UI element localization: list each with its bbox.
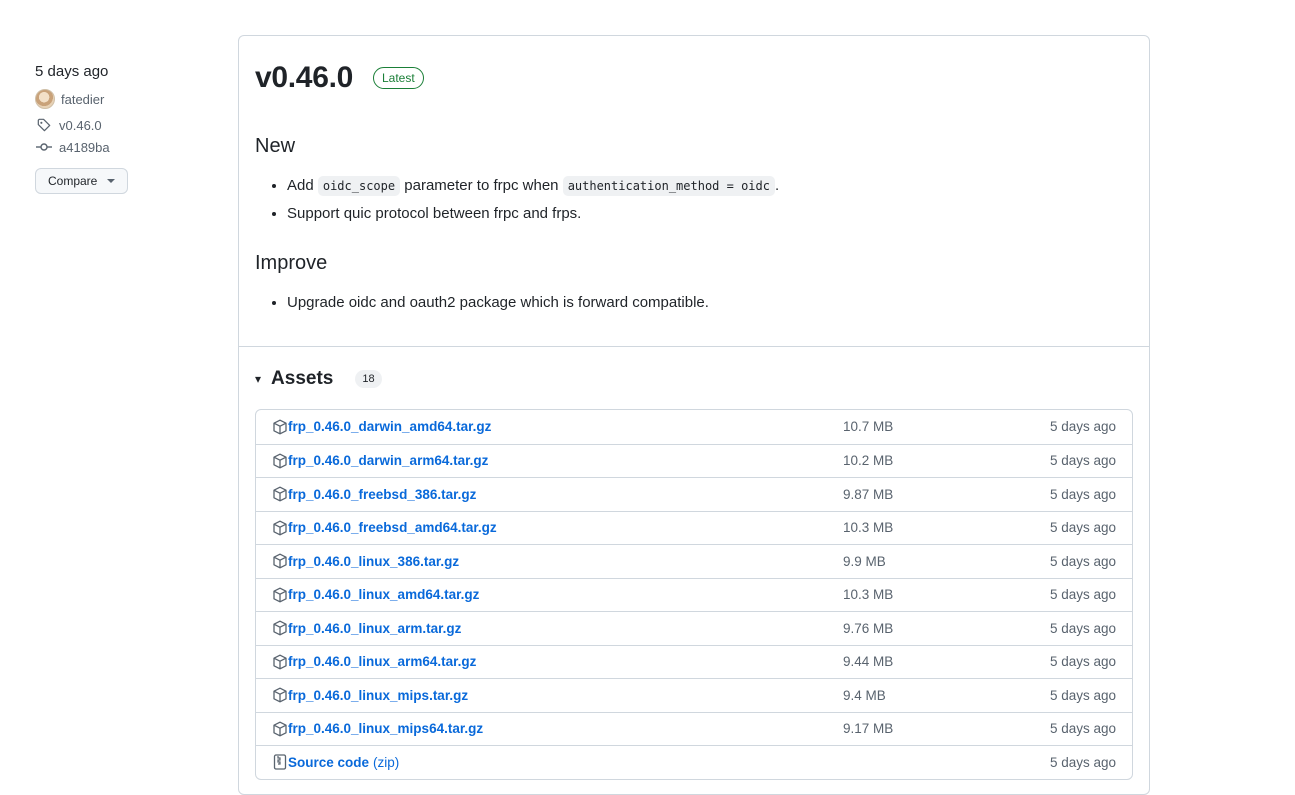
author-name[interactable]: fatedier — [61, 92, 104, 107]
asset-row: frp_0.46.0_linux_arm.tar.gz 9.76 MB 5 days… — [256, 611, 1132, 645]
asset-date: 5 days ago — [1049, 520, 1116, 536]
asset-date: 5 days ago — [1049, 620, 1116, 636]
asset-date: 5 days ago — [1049, 721, 1116, 737]
release-card: v0.46.0 Latest New Add oidc_scope parame… — [238, 35, 1150, 795]
release-title[interactable]: v0.46.0 — [255, 61, 353, 95]
asset-row: frp_0.46.0_linux_386.tar.gz 9.9 MB 5 days … — [256, 544, 1132, 578]
asset-download-link[interactable]: frp_0.46.0_freebsd_386.tar.gz — [288, 487, 476, 502]
asset-size: 10.3 MB — [843, 520, 894, 536]
package-icon — [272, 687, 288, 703]
divider — [239, 346, 1149, 347]
asset-date: 5 days ago — [1049, 587, 1116, 603]
release-time: 5 days ago — [35, 63, 109, 80]
package-icon — [272, 553, 288, 569]
section-title-new: New — [255, 135, 296, 157]
asset-download-link[interactable]: frp_0.46.0_linux_arm.tar.gz — [288, 621, 461, 636]
package-icon — [272, 620, 288, 636]
asset-date: 5 days ago — [1049, 486, 1116, 502]
tag-label[interactable]: v0.46.0 — [59, 118, 102, 133]
file-zip-icon — [272, 754, 288, 770]
asset-date: 5 days ago — [1049, 419, 1116, 435]
asset-download-link[interactable]: frp_0.46.0_darwin_amd64.tar.gz — [288, 419, 491, 434]
asset-size: 9.17 MB — [843, 721, 894, 737]
asset-row: frp_0.46.0_darwin_arm64.tar.gz 10.2 MB 5 d… — [256, 443, 1132, 478]
asset-row: frp_0.46.0_linux_arm64.tar.gz 9.44 MB 5 da… — [256, 644, 1132, 679]
asset-download-link[interactable]: frp_0.46.0_linux_mips.tar.gz — [288, 688, 468, 703]
author-row[interactable]: fatedier — [35, 89, 215, 109]
asset-size: 9.44 MB — [843, 654, 894, 670]
improve-notes-list: Upgrade oidc and oauth2 package which is… — [255, 289, 709, 317]
asset-date: 5 days ago — [1049, 754, 1116, 770]
section-title-improve: Improve — [255, 252, 328, 274]
source-code-link[interactable]: Source code — [288, 755, 369, 770]
asset-size: 10.7 MB — [843, 419, 894, 435]
commit-row[interactable]: a4189ba — [35, 138, 215, 156]
chevron-down-icon — [107, 179, 116, 183]
release-sidebar: 5 days ago fatedier v0.46.0 a4189ba Comp… — [35, 62, 215, 194]
list-item: Add oidc_scope parameter to frpc when au… — [287, 172, 779, 200]
compare-button[interactable]: Compare — [35, 168, 129, 194]
package-icon — [272, 486, 288, 502]
assets-header[interactable]: ▾ Assets 18 — [255, 368, 382, 390]
note-text: Add — [287, 177, 318, 194]
asset-row: frp_0.46.0_linux_mips.tar.gz 9.4 MB 5 days… — [256, 678, 1132, 712]
avatar[interactable] — [35, 89, 55, 109]
asset-date: 5 days ago — [1049, 654, 1116, 670]
tag-row[interactable]: v0.46.0 — [35, 116, 215, 134]
package-icon — [272, 520, 288, 536]
asset-download-link[interactable]: frp_0.46.0_linux_amd64.tar.gz — [288, 587, 479, 602]
package-icon — [272, 587, 288, 603]
asset-row: frp_0.46.0_freebsd_amd64.tar.gz 10.3 MB 5 … — [256, 510, 1132, 545]
compare-label: Compare — [48, 174, 98, 188]
asset-row-source: Source code (zip) 5 days ago — [256, 745, 1132, 779]
tag-icon — [35, 118, 53, 132]
new-notes-list: Add oidc_scope parameter to frpc when au… — [255, 172, 779, 228]
asset-download-link[interactable]: frp_0.46.0_linux_arm64.tar.gz — [288, 654, 476, 669]
asset-download-link[interactable]: frp_0.46.0_linux_386.tar.gz — [288, 554, 459, 569]
commit-icon — [35, 141, 53, 153]
package-icon — [272, 419, 288, 435]
note-text: parameter to frpc when — [400, 177, 563, 194]
asset-row: frp_0.46.0_linux_mips64.tar.gz 9.17 MB 5 d… — [256, 711, 1132, 746]
package-icon — [272, 721, 288, 737]
asset-download-link[interactable]: frp_0.46.0_freebsd_amd64.tar.gz — [288, 520, 497, 535]
asset-date: 5 days ago — [1049, 553, 1116, 569]
list-item: Upgrade oidc and oauth2 package which is… — [287, 289, 709, 317]
note-text: . — [774, 177, 780, 194]
assets-title[interactable]: Assets — [271, 368, 333, 390]
asset-size: 9.9 MB — [843, 553, 886, 569]
asset-size: 9.87 MB — [843, 486, 894, 502]
assets-count-badge: 18 — [355, 370, 382, 388]
asset-download-link[interactable]: frp_0.46.0_darwin_arm64.tar.gz — [288, 453, 488, 468]
disclosure-triangle-icon[interactable]: ▾ — [255, 372, 261, 386]
source-code-suffix[interactable]: (zip) — [373, 755, 399, 770]
release-header: v0.46.0 Latest — [255, 61, 424, 95]
asset-row: frp_0.46.0_freebsd_386.tar.gz 9.87 MB 5 da… — [256, 477, 1132, 511]
latest-badge: Latest — [373, 67, 424, 89]
assets-list: frp_0.46.0_darwin_amd64.tar.gz 10.7 MB 5 d… — [255, 409, 1133, 780]
inline-code: authentication_method = oidc — [562, 176, 775, 196]
asset-size: 10.2 MB — [843, 453, 894, 469]
asset-size: 9.4 MB — [843, 687, 886, 703]
package-icon — [272, 453, 288, 469]
asset-date: 5 days ago — [1049, 687, 1116, 703]
list-item: Support quic protocol between frpc and f… — [287, 200, 779, 228]
asset-row: frp_0.46.0_linux_amd64.tar.gz 10.3 MB 5 da… — [256, 577, 1132, 612]
asset-size: 10.3 MB — [843, 587, 894, 603]
inline-code: oidc_scope — [317, 176, 401, 196]
package-icon — [272, 654, 288, 670]
asset-download-link[interactable]: frp_0.46.0_linux_mips64.tar.gz — [288, 721, 483, 736]
asset-date: 5 days ago — [1049, 453, 1116, 469]
asset-size: 9.76 MB — [843, 620, 894, 636]
asset-row: frp_0.46.0_darwin_amd64.tar.gz 10.7 MB 5 d… — [256, 410, 1132, 444]
commit-sha[interactable]: a4189ba — [59, 140, 110, 155]
